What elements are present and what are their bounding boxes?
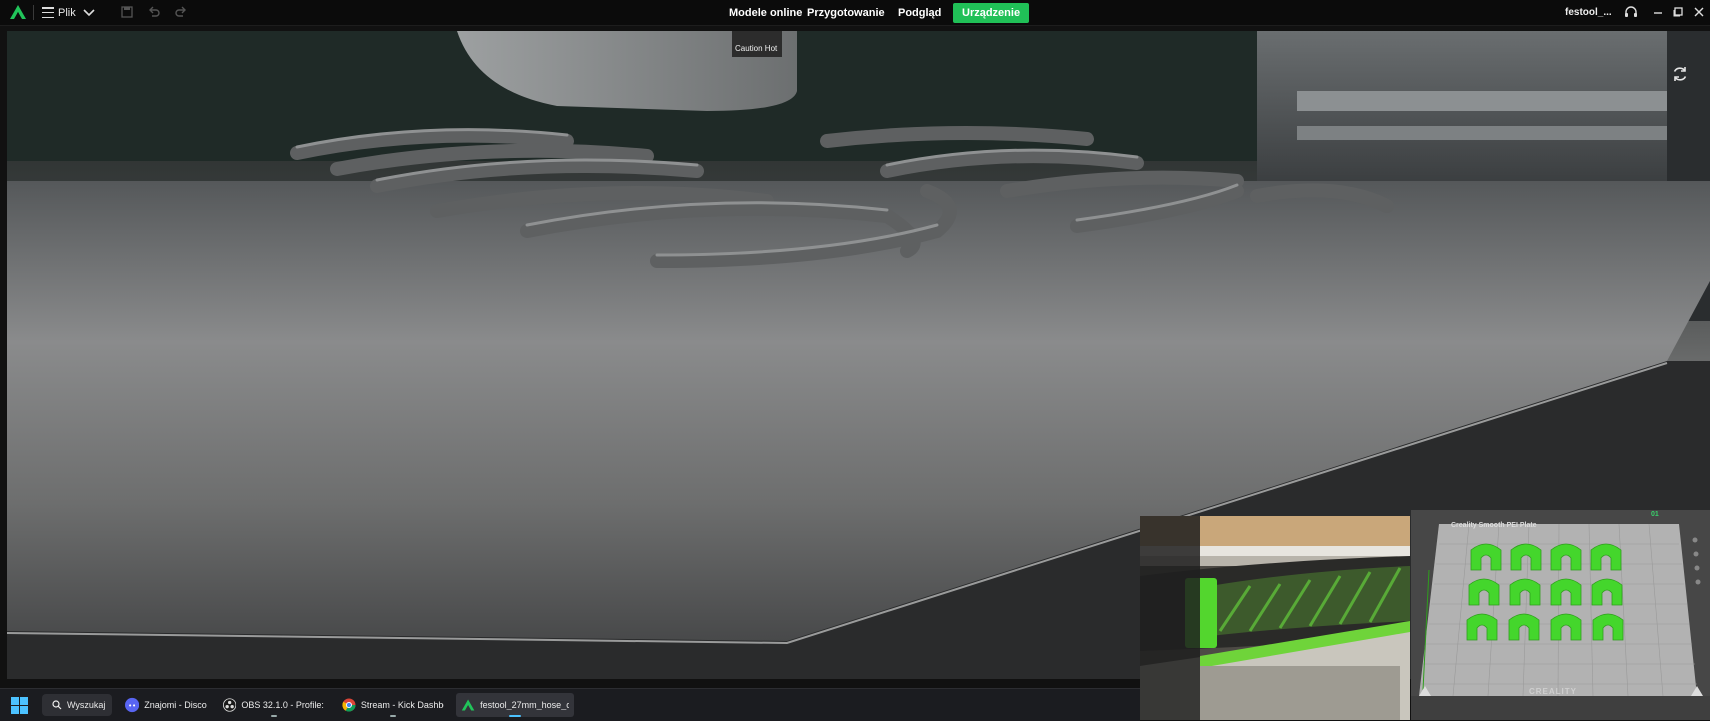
menu-icon <box>42 7 54 18</box>
taskbar-app-obs[interactable]: OBS 32.1.0 - Profile: Bez <box>218 693 330 717</box>
save-icon[interactable] <box>120 5 134 19</box>
maximize-icon[interactable] <box>1671 4 1685 20</box>
plate-preview-panel: Creality Smooth PEI Plate 01 CREALITY <box>1411 510 1710 720</box>
tab-online-models[interactable]: Modele online <box>729 3 802 23</box>
task-label: Znajomi - Discord <box>144 700 207 710</box>
windows-start-icon[interactable] <box>11 697 28 714</box>
chrome-icon <box>342 698 356 712</box>
taskbar-app-creality[interactable]: festool_27mm_hose_cab <box>456 693 574 717</box>
active-indicator <box>509 715 521 717</box>
file-menu-button[interactable]: Plik <box>42 4 76 21</box>
tab-preview[interactable]: Podgląd <box>898 3 941 23</box>
windows-taskbar: Wyszukaj Znajomi - Discord OBS 32.1.0 - … <box>0 688 1140 721</box>
redo-icon[interactable] <box>174 5 188 19</box>
taskbar-app-chrome[interactable]: Stream - Kick Dashboar <box>337 693 449 717</box>
chevron-down-icon[interactable] <box>82 5 96 19</box>
plate-title: Creality Smooth PEI Plate <box>1451 522 1537 529</box>
tab-prepare[interactable]: Przygotowanie <box>807 3 885 23</box>
task-label: Stream - Kick Dashboar <box>360 700 444 710</box>
creality-logo <box>461 699 475 711</box>
app-title-bar: Plik Modele online Przygotowanie Podgląd… <box>0 0 1710 26</box>
obs-icon <box>223 698 237 712</box>
caution-hot-label: Caution Hot <box>735 44 778 53</box>
running-indicator <box>271 715 277 717</box>
close-icon[interactable] <box>1692 4 1706 20</box>
taskbar-app-discord[interactable]: Znajomi - Discord <box>120 693 212 717</box>
headset-icon[interactable] <box>1624 4 1638 20</box>
divider <box>33 5 34 20</box>
webcam-overlay <box>1140 516 1410 720</box>
project-name: festool_... <box>1565 7 1612 18</box>
task-label: festool_27mm_hose_cab <box>480 700 569 710</box>
search-icon <box>52 700 62 710</box>
undo-icon[interactable] <box>147 5 161 19</box>
search-label: Wyszukaj <box>67 700 106 710</box>
discord-icon <box>125 697 140 713</box>
creality-logo[interactable] <box>9 4 27 20</box>
minimize-icon[interactable] <box>1651 4 1665 20</box>
taskbar-search[interactable]: Wyszukaj <box>42 694 112 716</box>
plate-brand: CREALITY <box>1529 687 1577 696</box>
tab-device[interactable]: Urządzenie <box>953 3 1030 23</box>
running-indicator <box>390 715 396 717</box>
refresh-icon[interactable] <box>1671 65 1689 83</box>
file-menu-label: Plik <box>58 6 76 19</box>
plate-number: 01 <box>1651 511 1659 518</box>
task-label: OBS 32.1.0 - Profile: Bez <box>241 700 325 710</box>
webcam-scene <box>1140 516 1410 720</box>
